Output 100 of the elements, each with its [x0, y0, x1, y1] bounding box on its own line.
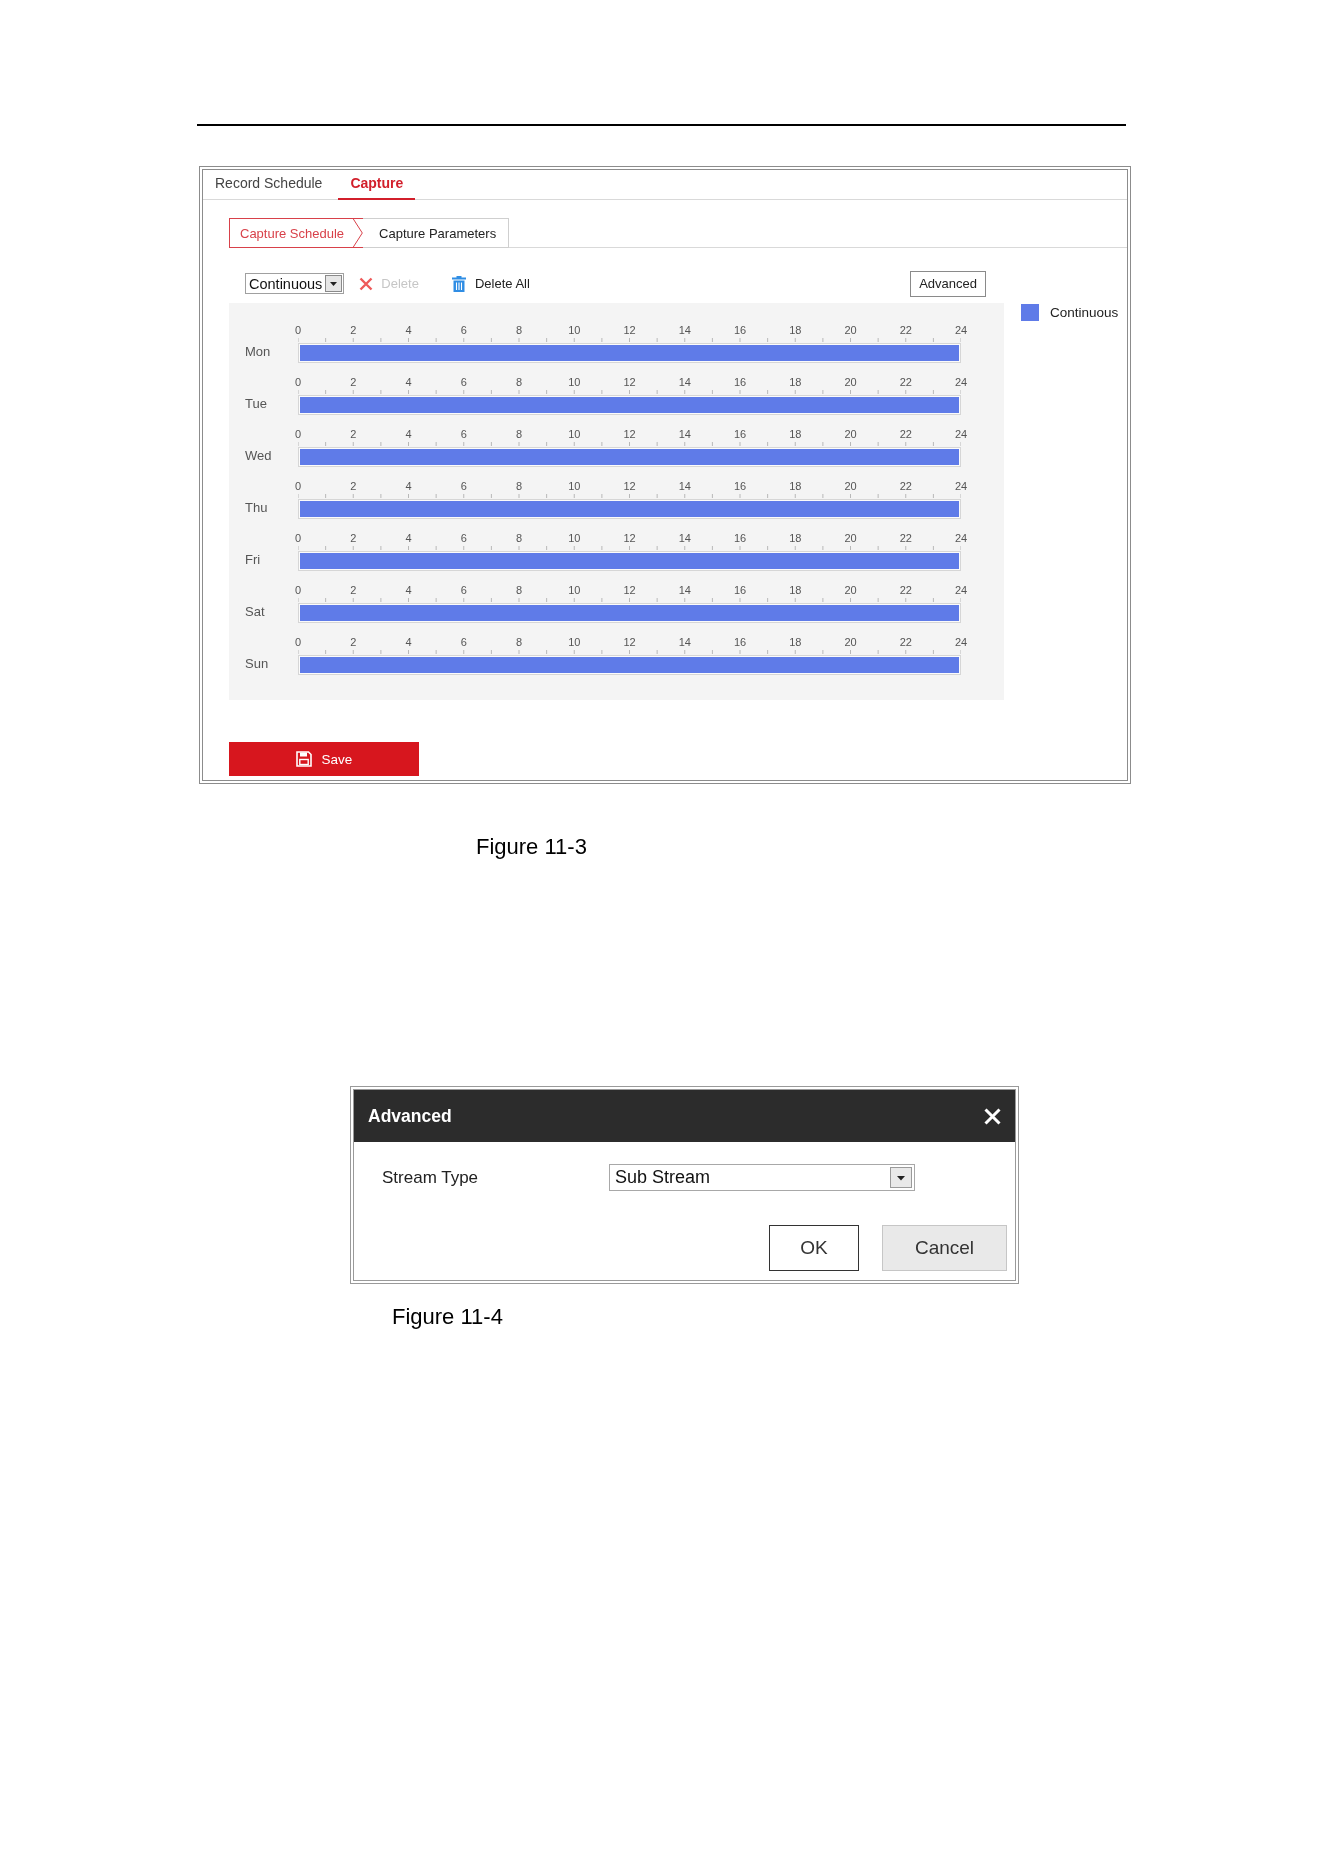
hour-label: 2: [349, 583, 358, 597]
hour-label: 14: [677, 531, 692, 545]
save-button[interactable]: Save: [229, 742, 419, 776]
hour-label: 0: [293, 375, 303, 389]
hour-label: 16: [733, 531, 747, 545]
chevron-icon: [353, 218, 364, 248]
hour-label: 22: [898, 375, 913, 389]
day-label: Thu: [245, 499, 269, 517]
hour-label: 10: [567, 323, 582, 337]
hour-label: 0: [293, 427, 303, 441]
hour-label: 24: [954, 375, 968, 389]
hour-label: 12: [622, 479, 637, 493]
ok-button[interactable]: OK: [769, 1225, 859, 1271]
hour-label: 0: [293, 479, 303, 493]
hour-label: 0: [293, 635, 303, 649]
hour-label: 22: [898, 323, 913, 337]
hour-label: 12: [622, 323, 637, 337]
hour-label: 18: [788, 583, 803, 597]
caret-icon: [325, 275, 343, 292]
hour-label: 22: [898, 531, 913, 545]
hour-label: 6: [459, 583, 468, 597]
hour-label: 6: [459, 375, 468, 389]
hour-label: 18: [788, 635, 803, 649]
day-label: Mon: [245, 343, 272, 361]
x-icon: [359, 276, 374, 291]
schedule-type-dropdown[interactable]: Continuous: [245, 273, 345, 294]
tab[interactable]: Capture Parameters: [363, 218, 510, 248]
hour-label: 24: [954, 583, 968, 597]
delete-all-button[interactable]: Delete All: [451, 275, 530, 292]
hour-label: 18: [788, 531, 803, 545]
caret-icon: [890, 1167, 912, 1188]
day-label: Sun: [245, 655, 270, 673]
figure-caption: Figure 11-3: [476, 834, 587, 860]
hour-label: 8: [514, 427, 524, 441]
hour-label: 2: [349, 375, 358, 389]
hour-label: 0: [293, 531, 303, 545]
day-label: Tue: [245, 395, 268, 413]
hour-label: 22: [898, 479, 913, 493]
hour-label: 20: [843, 375, 858, 389]
hour-label: 4: [404, 583, 413, 597]
hour-label: 8: [514, 531, 524, 545]
hour-label: 6: [459, 635, 468, 649]
hour-label: 20: [843, 635, 858, 649]
hour-label: 14: [677, 635, 692, 649]
hour-label: 8: [514, 323, 524, 337]
hour-label: 10: [567, 531, 582, 545]
hour-label: 18: [788, 427, 803, 441]
hour-label: 16: [733, 427, 747, 441]
hour-label: 12: [622, 427, 637, 441]
hour-label: 2: [349, 531, 358, 545]
cancel-button[interactable]: Cancel: [882, 1225, 1007, 1271]
hour-label: 16: [733, 635, 747, 649]
hour-label: 14: [677, 323, 692, 337]
hour-label: 22: [898, 427, 913, 441]
hour-label: 24: [954, 531, 968, 545]
dialog-title: Advanced: [368, 1105, 452, 1127]
hour-label: 14: [677, 375, 692, 389]
tab[interactable]: Capture Schedule: [229, 218, 364, 248]
hour-label: 20: [843, 427, 858, 441]
hour-label: 16: [733, 479, 747, 493]
hour-label: 22: [898, 583, 913, 597]
hour-label: 18: [788, 323, 803, 337]
trash-icon: [451, 275, 466, 292]
hour-label: 18: [788, 479, 803, 493]
hour-label: 2: [349, 323, 358, 337]
hour-label: 6: [459, 479, 468, 493]
figure-caption: Figure 11-4: [392, 1304, 503, 1330]
hour-label: 8: [514, 583, 524, 597]
hour-label: 10: [567, 479, 582, 493]
hour-label: 18: [788, 375, 803, 389]
hour-label: 8: [514, 479, 524, 493]
advanced-button[interactable]: Advanced: [910, 270, 986, 297]
hour-label: 6: [459, 427, 468, 441]
hour-label: 10: [567, 635, 582, 649]
tab[interactable]: Capture: [338, 170, 416, 200]
hour-label: 12: [622, 583, 637, 597]
hour-label: 16: [733, 583, 747, 597]
tab[interactable]: Record Schedule: [203, 170, 335, 199]
hour-label: 20: [843, 323, 858, 337]
hour-label: 2: [349, 479, 358, 493]
hour-label: 12: [622, 375, 637, 389]
hour-label: 14: [677, 479, 692, 493]
hour-label: 24: [954, 323, 968, 337]
hour-label: 16: [733, 323, 747, 337]
hour-label: 0: [293, 323, 303, 337]
hour-label: 12: [622, 531, 637, 545]
hour-label: 8: [514, 635, 524, 649]
hour-label: 24: [954, 427, 968, 441]
hour-label: 4: [404, 427, 413, 441]
legend-label: Continuous: [1050, 305, 1119, 320]
stream-type-dropdown[interactable]: Sub Stream: [609, 1164, 915, 1191]
hour-label: 10: [567, 375, 582, 389]
hour-label: 4: [404, 375, 413, 389]
field-label: Stream Type: [382, 1167, 480, 1188]
hour-label: 24: [954, 635, 968, 649]
close-icon[interactable]: [984, 1107, 1001, 1125]
hour-label: 6: [459, 531, 468, 545]
day-label: Sat: [245, 603, 266, 621]
hour-label: 20: [843, 479, 858, 493]
hour-label: 20: [843, 583, 858, 597]
